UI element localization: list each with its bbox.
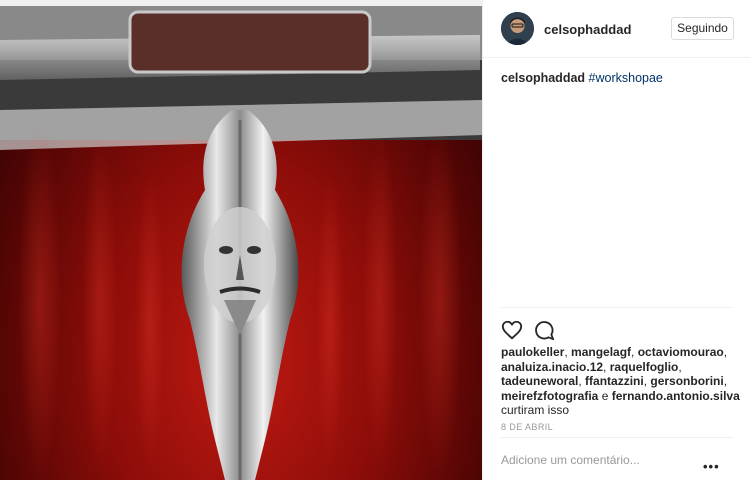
caption-hashtag[interactable]: #workshopae [589,71,663,85]
liker-name[interactable]: gersonborini [650,374,723,388]
liker-name[interactable]: ffantazzini [585,374,644,388]
post-date[interactable]: 8 DE ABRIL [501,422,553,432]
header-username[interactable]: celsophaddad [544,22,631,37]
liker-name[interactable]: meirefzfotografia [501,389,598,403]
liker-name[interactable]: mangelagf [571,345,631,359]
action-bar [501,307,733,347]
liker-name[interactable]: paulokeller [501,345,564,359]
liker-name[interactable]: octaviomourao [638,345,724,359]
post-header: celsophaddad Seguindo [483,0,750,58]
likes-conjunction: e [601,388,609,403]
post-sidebar: celsophaddad Seguindo celsophaddad #work… [482,0,750,480]
liker-name[interactable]: tadeuneworal [501,374,578,388]
following-button[interactable]: Seguindo [671,17,734,40]
comment-bar: ••• [501,437,733,480]
post-caption: celsophaddad #workshopae [501,71,663,85]
post-photo[interactable] [0,0,482,480]
comment-bubble-icon[interactable] [533,319,555,341]
liker-name[interactable]: raquelfoglio [610,360,679,374]
likes-summary: paulokeller, mangelagf, octaviomourao, a… [501,345,740,418]
liker-name[interactable]: fernando.antonio.silva [612,389,740,403]
avatar[interactable] [501,12,534,45]
likes-suffix: curtiram isso [501,403,570,418]
avatar-image [501,12,534,45]
liker-name[interactable]: analuiza.inacio.12 [501,360,603,374]
caption-username[interactable]: celsophaddad [501,71,585,85]
ellipsis-icon[interactable]: ••• [703,459,720,474]
hood-ornament-image [0,0,482,480]
comment-input[interactable] [501,453,701,467]
heart-icon[interactable] [501,319,523,341]
